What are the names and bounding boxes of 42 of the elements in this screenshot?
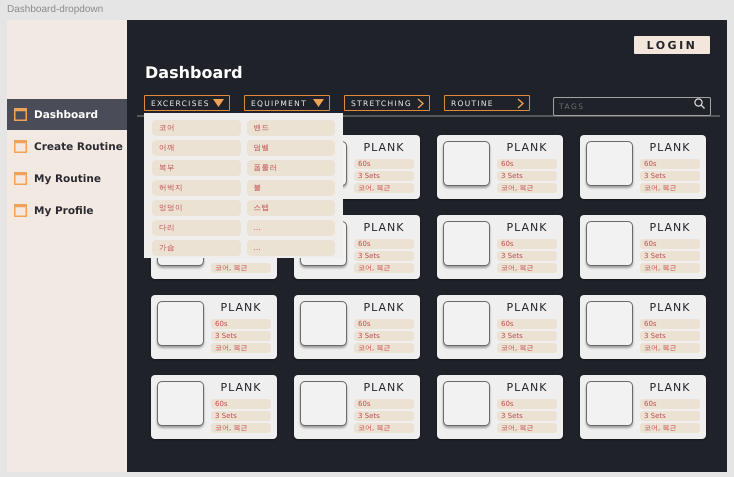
sidebar-item[interactable]: My Profile: [7, 195, 127, 226]
card-title: PLANK: [220, 302, 262, 316]
card-title: PLANK: [506, 302, 548, 316]
card-title: PLANK: [648, 222, 692, 236]
sidebar-item[interactable]: Create Routine: [7, 131, 127, 162]
thumbnail: [157, 301, 204, 346]
card-title: PLANK: [648, 142, 692, 156]
login-button[interactable]: LOGIN: [634, 36, 710, 54]
chevron-right-icon: [517, 98, 524, 108]
card-title: PLANK: [648, 382, 692, 396]
caret-icon: [213, 99, 224, 107]
chevron-right-icon: [417, 98, 424, 108]
card-title: PLANK: [506, 142, 548, 156]
window-icon: [14, 108, 27, 121]
sidebar-item[interactable]: Dashboard: [7, 99, 127, 130]
thumbnail: [443, 221, 490, 266]
card-title: PLANK: [362, 142, 406, 156]
card-title: PLANK: [362, 302, 406, 316]
canvas-label: Dashboard-dropdown: [6, 3, 104, 17]
card-title: PLANK: [362, 382, 406, 396]
search-icon: [694, 98, 705, 108]
thumbnail: [586, 381, 633, 426]
thumbnail: [300, 381, 347, 426]
sidebar-item[interactable]: My Routine: [7, 163, 127, 194]
card-title: PLANK: [648, 302, 692, 316]
page-title: Dashboard: [145, 63, 244, 83]
thumbnail: [586, 221, 633, 266]
window-icon: [14, 172, 27, 185]
caret-icon: [313, 99, 324, 107]
thumbnail: [586, 301, 633, 346]
thumbnail: [586, 141, 633, 186]
card-title: PLANK: [362, 222, 406, 236]
thumbnail: [443, 301, 490, 346]
card-title: PLANK: [506, 222, 548, 236]
thumbnail: [300, 301, 347, 346]
thumbnail: [443, 141, 490, 186]
window-icon: [14, 140, 27, 153]
thumbnail: [443, 381, 490, 426]
window-icon: [14, 204, 27, 217]
card-title: PLANK: [220, 382, 262, 396]
card-title: PLANK: [506, 382, 548, 396]
thumbnail: [157, 381, 204, 426]
